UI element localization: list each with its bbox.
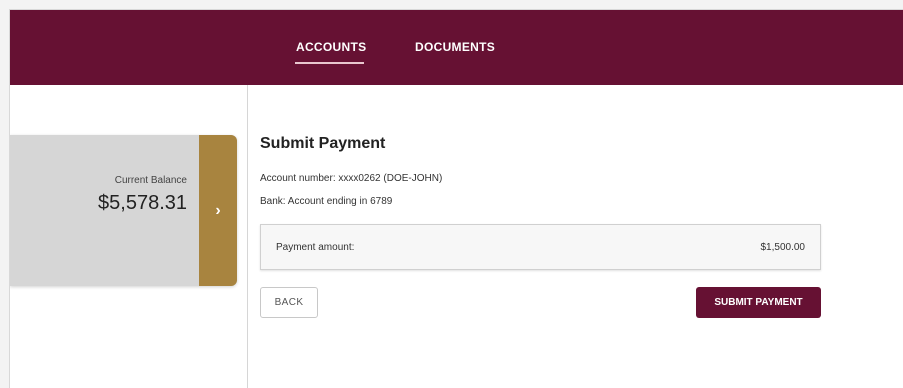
page-title: Submit Payment [260, 135, 386, 152]
back-button[interactable]: BACK [260, 287, 318, 318]
payment-amount-row: Payment amount: $1,500.00 [260, 224, 821, 270]
payment-amount-value: $1,500.00 [760, 242, 806, 253]
tab-accounts[interactable]: ACCOUNTS [296, 40, 366, 54]
panel-divider [247, 85, 248, 388]
app-frame: ACCOUNTS DOCUMENTS Current Balance $5,57… [9, 9, 903, 388]
payment-amount-label: Payment amount: [276, 242, 355, 253]
current-balance-label: Current Balance [114, 175, 187, 186]
current-balance-amount: $5,578.31 [98, 192, 187, 214]
tab-documents[interactable]: DOCUMENTS [415, 40, 495, 54]
balance-card[interactable]: Current Balance $5,578.31 › [10, 135, 237, 286]
chevron-right-icon[interactable]: › [199, 135, 237, 286]
active-tab-indicator [295, 62, 364, 64]
top-nav-bar: ACCOUNTS DOCUMENTS [10, 10, 903, 85]
account-number-text: Account number: xxxx0262 (DOE-JOHN) [260, 173, 443, 184]
bank-account-text: Bank: Account ending in 6789 [260, 196, 393, 207]
submit-payment-button[interactable]: SUBMIT PAYMENT [696, 287, 821, 318]
